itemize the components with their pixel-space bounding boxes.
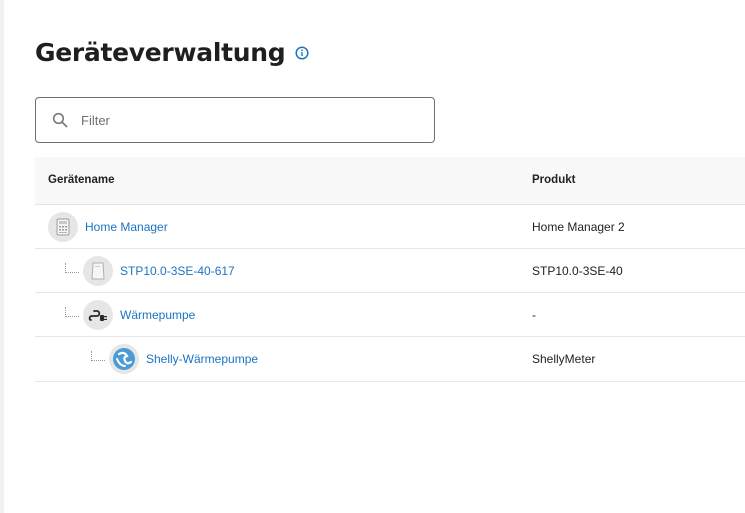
home-manager-icon [48,212,78,242]
left-edge-divider [0,0,4,513]
tree-connector [91,351,105,361]
device-link-home-manager[interactable]: Home Manager [85,220,168,234]
table-row: Wärmepumpe - [35,293,745,337]
product-cell: Home Manager 2 [532,220,625,234]
tree-connector [65,263,79,273]
column-header-product[interactable]: Produkt [532,174,575,186]
device-name-cell: Shelly-Wärmepumpe [91,337,258,381]
device-name-cell: Wärmepumpe [65,293,195,337]
table-row: Shelly-Wärmepumpe ShellyMeter [35,337,745,382]
product-cell: ShellyMeter [532,352,596,366]
table-row: Home Manager Home Manager 2 [35,205,745,249]
device-link-shelly-waermepumpe[interactable]: Shelly-Wärmepumpe [146,352,258,366]
product-cell: - [532,308,536,322]
tree-connector [65,307,79,317]
inverter-icon [83,256,113,286]
device-link-stp10[interactable]: STP10.0-3SE-40-617 [120,264,235,278]
product-cell: STP10.0-3SE-40 [532,264,623,278]
plug-icon [83,300,113,330]
search-icon [52,112,68,128]
table-header: Gerätename Produkt [35,157,745,205]
title-row: Geräteverwaltung [35,38,309,67]
table-row: STP10.0-3SE-40-617 STP10.0-3SE-40 [35,249,745,293]
filter-field[interactable] [35,97,435,143]
device-name-cell: STP10.0-3SE-40-617 [65,249,235,293]
device-name-cell: Home Manager [48,205,168,249]
device-table: Gerätename Produkt Home Manager Home Man… [35,157,745,382]
column-header-device-name[interactable]: Gerätename [48,174,114,186]
filter-input[interactable] [81,112,401,128]
info-circle-icon[interactable] [295,45,309,60]
shelly-icon [109,344,139,374]
device-link-waermepumpe[interactable]: Wärmepumpe [120,308,195,322]
page-title: Geräteverwaltung [35,38,286,67]
